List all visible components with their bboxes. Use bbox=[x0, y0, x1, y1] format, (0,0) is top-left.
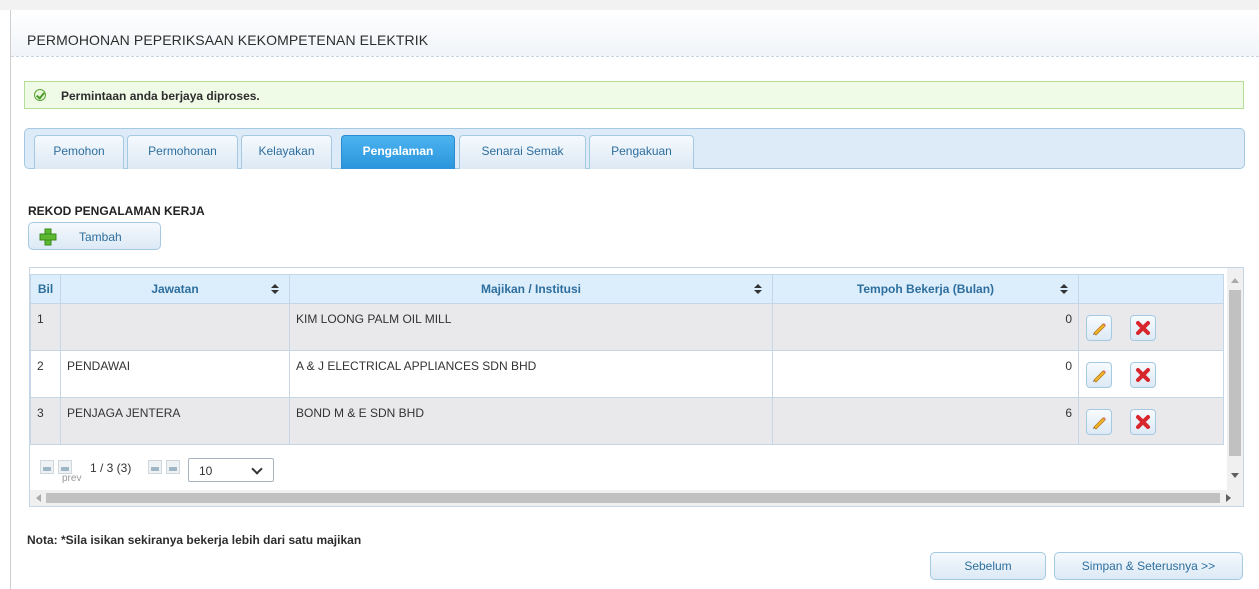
delete-button[interactable] bbox=[1130, 362, 1156, 388]
pencil-icon bbox=[1093, 370, 1106, 383]
sort-icon[interactable] bbox=[754, 284, 762, 295]
table-row: 3 PENJAGA JENTERA BOND M & E SDN BHD 6 bbox=[30, 397, 1224, 445]
vertical-scrollbar[interactable] bbox=[1227, 268, 1243, 490]
scroll-left-icon[interactable] bbox=[36, 494, 41, 502]
pagination: prev 1 / 3 (3) 10 bbox=[40, 458, 440, 484]
tab-senarai-semak[interactable]: Senarai Semak bbox=[459, 135, 586, 169]
delete-x-icon bbox=[1136, 321, 1150, 335]
delete-x-icon bbox=[1136, 368, 1150, 382]
scroll-right-icon[interactable] bbox=[1226, 494, 1231, 502]
column-header-majikan[interactable]: Majikan / Institusi bbox=[289, 274, 773, 304]
column-header-tempoh[interactable]: Tempoh Bekerja (Bulan) bbox=[772, 274, 1079, 304]
note-text: Nota: *Sila isikan sekiranya bekerja leb… bbox=[27, 533, 362, 547]
pencil-icon bbox=[1093, 323, 1106, 336]
last-page-icon[interactable] bbox=[166, 460, 180, 474]
cell-jawatan: PENJAGA JENTERA bbox=[60, 397, 290, 445]
sort-icon[interactable] bbox=[1060, 284, 1068, 295]
horizontal-scroll-thumb[interactable] bbox=[46, 493, 1220, 503]
edit-button[interactable] bbox=[1086, 315, 1112, 341]
cell-majikan: KIM LOONG PALM OIL MILL bbox=[289, 303, 773, 351]
section-title: REKOD PENGALAMAN KERJA bbox=[28, 204, 205, 218]
cell-tempoh: 6 bbox=[772, 397, 1079, 445]
sort-icon[interactable] bbox=[271, 284, 279, 295]
column-header-actions bbox=[1078, 274, 1224, 304]
chevron-down-icon bbox=[251, 463, 263, 475]
add-button-label: Tambah bbox=[79, 230, 122, 244]
experience-table: Bil Jawatan Majikan / Institusi Tempoh B… bbox=[29, 267, 1244, 507]
save-next-button[interactable]: Simpan & Seterusnya >> bbox=[1054, 552, 1243, 580]
success-message: Permintaan anda berjaya diproses. bbox=[24, 81, 1244, 109]
table-row: 2 PENDAWAI A & J ELECTRICAL APPLIANCES S… bbox=[30, 350, 1224, 398]
tab-pengalaman[interactable]: Pengalaman bbox=[341, 135, 455, 169]
tab-pemohon[interactable]: Pemohon bbox=[34, 135, 124, 169]
success-message-text: Permintaan anda berjaya diproses. bbox=[61, 89, 260, 103]
cell-actions bbox=[1078, 350, 1224, 398]
vertical-scroll-thumb[interactable] bbox=[1229, 290, 1241, 456]
scroll-up-icon[interactable] bbox=[1231, 278, 1239, 283]
cell-majikan: BOND M & E SDN BHD bbox=[289, 397, 773, 445]
prev-page-icon[interactable] bbox=[58, 460, 72, 474]
prev-alt-text: prev bbox=[62, 473, 82, 484]
cell-tempoh: 0 bbox=[772, 350, 1079, 398]
first-page-icon[interactable] bbox=[40, 460, 54, 474]
column-header-jawatan[interactable]: Jawatan bbox=[60, 274, 290, 304]
cell-bil: 3 bbox=[30, 397, 61, 445]
pencil-icon bbox=[1093, 417, 1106, 430]
panel-header: PERMOHONAN PEPERIKSAAN KEKOMPETENAN ELEK… bbox=[11, 10, 1259, 57]
cell-bil: 2 bbox=[30, 350, 61, 398]
tab-bar: Pemohon Permohonan Kelayakan Pengalaman … bbox=[24, 128, 1245, 169]
cell-tempoh: 0 bbox=[772, 303, 1079, 351]
cell-actions bbox=[1078, 303, 1224, 351]
tab-kelayakan[interactable]: Kelayakan bbox=[241, 135, 332, 169]
edit-button[interactable] bbox=[1086, 409, 1112, 435]
tab-permohonan[interactable]: Permohonan bbox=[127, 135, 238, 169]
page-title: PERMOHONAN PEPERIKSAAN KEKOMPETENAN ELEK… bbox=[27, 32, 429, 48]
check-circle-icon bbox=[34, 89, 46, 101]
cell-jawatan bbox=[60, 303, 290, 351]
page-size-value: 10 bbox=[199, 464, 213, 478]
page-size-select[interactable]: 10 bbox=[188, 458, 274, 482]
delete-x-icon bbox=[1136, 415, 1150, 429]
cell-jawatan: PENDAWAI bbox=[60, 350, 290, 398]
tab-pengakuan[interactable]: Pengakuan bbox=[589, 135, 694, 169]
window-left-border bbox=[10, 10, 11, 589]
column-header-bil: Bil bbox=[30, 274, 61, 304]
plus-icon bbox=[39, 228, 57, 246]
add-button[interactable]: Tambah bbox=[28, 222, 161, 250]
window-top-bar bbox=[0, 0, 1259, 10]
delete-button[interactable] bbox=[1130, 409, 1156, 435]
data-table: Bil Jawatan Majikan / Institusi Tempoh B… bbox=[30, 274, 1224, 445]
cell-actions bbox=[1078, 397, 1224, 445]
cell-majikan: A & J ELECTRICAL APPLIANCES SDN BHD bbox=[289, 350, 773, 398]
page-info: 1 / 3 (3) bbox=[90, 461, 132, 475]
delete-button[interactable] bbox=[1130, 315, 1156, 341]
back-button[interactable]: Sebelum bbox=[930, 552, 1046, 580]
cell-bil: 1 bbox=[30, 303, 61, 351]
edit-button[interactable] bbox=[1086, 362, 1112, 388]
scroll-down-icon[interactable] bbox=[1231, 473, 1239, 478]
horizontal-scrollbar[interactable] bbox=[30, 490, 1243, 506]
table-row: 1 KIM LOONG PALM OIL MILL 0 bbox=[30, 303, 1224, 351]
next-page-icon[interactable] bbox=[148, 460, 162, 474]
